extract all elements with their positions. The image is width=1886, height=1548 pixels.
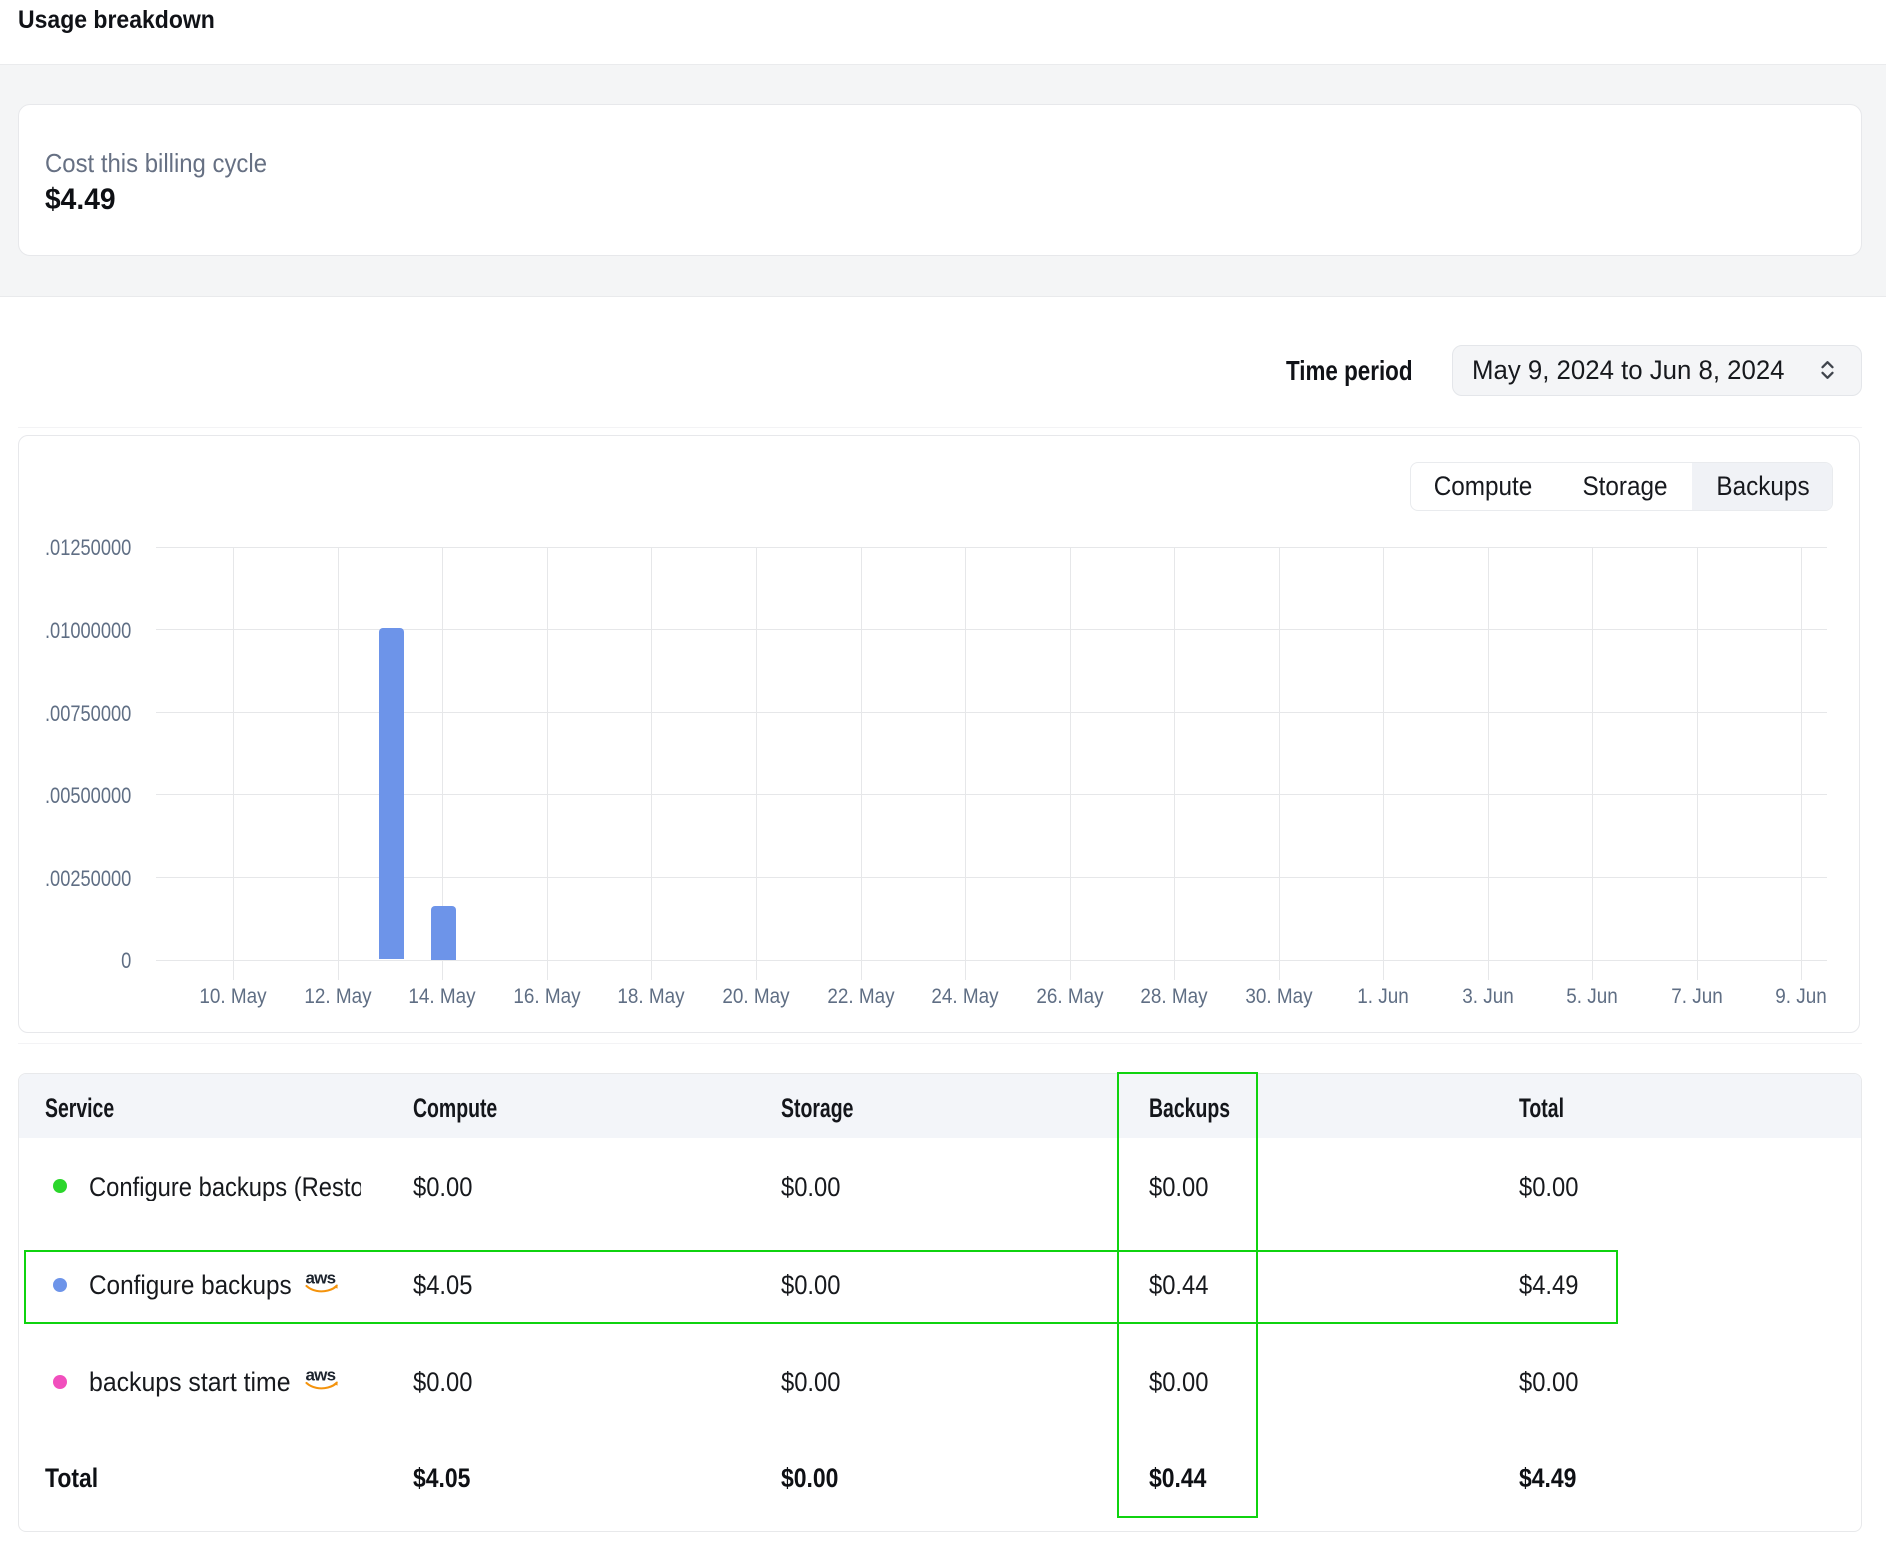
- svg-text:aws: aws: [305, 1368, 335, 1385]
